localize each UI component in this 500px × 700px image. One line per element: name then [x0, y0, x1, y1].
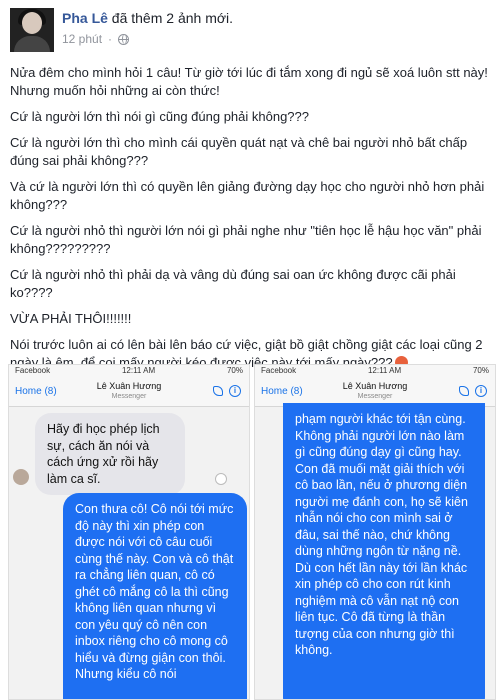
globe-icon[interactable]: [118, 33, 130, 45]
received-message: Hãy đi học phép lịch sự, cách ăn nói và …: [35, 413, 185, 495]
post-paragraph: Và cứ là người lớn thì có quyền lên giản…: [10, 179, 485, 212]
post-title-line: Pha Lê đã thêm 2 ảnh mới.: [62, 10, 233, 26]
post-paragraph: Cứ là người nhỏ thì người lớn nói gì phả…: [10, 223, 482, 256]
clock-label: 12:11 AM: [367, 366, 402, 375]
author-avatar[interactable]: [10, 8, 54, 52]
clock-label: 12:11 AM: [121, 366, 156, 375]
info-icon[interactable]: i: [475, 385, 487, 397]
photo-screenshot-1[interactable]: Facebook 12:11 AM 70% Home (8) Lê Xuân H…: [8, 364, 250, 700]
sent-message: phạm người khác tới tận cùng. Không phải…: [283, 403, 485, 699]
post-paragraph: Cứ là người lớn thì cho mình cái quyền q…: [10, 135, 468, 168]
post-meta: 12 phút ·: [62, 32, 130, 46]
post-paragraph: Cứ là người lớn thì nói gì cũng đúng phả…: [10, 109, 309, 124]
post-header: Pha Lê đã thêm 2 ảnh mới. 12 phút ·: [10, 8, 490, 54]
post-paragraph: VỪA PHẢI THÔI!!!!!!!: [10, 311, 132, 326]
post-body: Nửa đêm cho mình hỏi 1 câu! Từ giờ tới l…: [10, 64, 492, 378]
battery-label: 70%: [472, 366, 489, 375]
photo-screenshot-2[interactable]: Facebook 12:11 AM 70% Home (8) Lê Xuân H…: [254, 364, 496, 700]
post-paragraph: Cứ là người nhỏ thì phải dạ và vâng dù đ…: [10, 267, 456, 300]
carrier-label: Facebook: [15, 366, 51, 375]
info-icon[interactable]: i: [229, 385, 241, 397]
battery-label: 70%: [226, 366, 243, 375]
post-paragraph: Nửa đêm cho mình hỏi 1 câu! Từ giờ tới l…: [10, 65, 488, 98]
sender-avatar: [13, 469, 29, 485]
phone-icon[interactable]: [459, 386, 469, 396]
contact-subtitle: Messenger: [111, 393, 147, 400]
post-timestamp[interactable]: 12 phút: [62, 32, 102, 46]
contact-subtitle: Messenger: [357, 393, 393, 400]
sent-message: Con thưa cô! Cô nói tới mức độ này thì x…: [63, 493, 247, 699]
phone-icon[interactable]: [213, 386, 223, 396]
carrier-label: Facebook: [261, 366, 297, 375]
author-name-link[interactable]: Pha Lê: [62, 10, 108, 26]
status-bar: Facebook 12:11 AM 70%: [9, 365, 249, 377]
seen-indicator-icon: [215, 473, 227, 485]
messenger-header: Home (8) Lê Xuân Hương Messenger i: [9, 377, 249, 407]
post-action-text: đã thêm 2 ảnh mới.: [111, 10, 234, 26]
status-bar: Facebook 12:11 AM 70%: [255, 365, 495, 377]
